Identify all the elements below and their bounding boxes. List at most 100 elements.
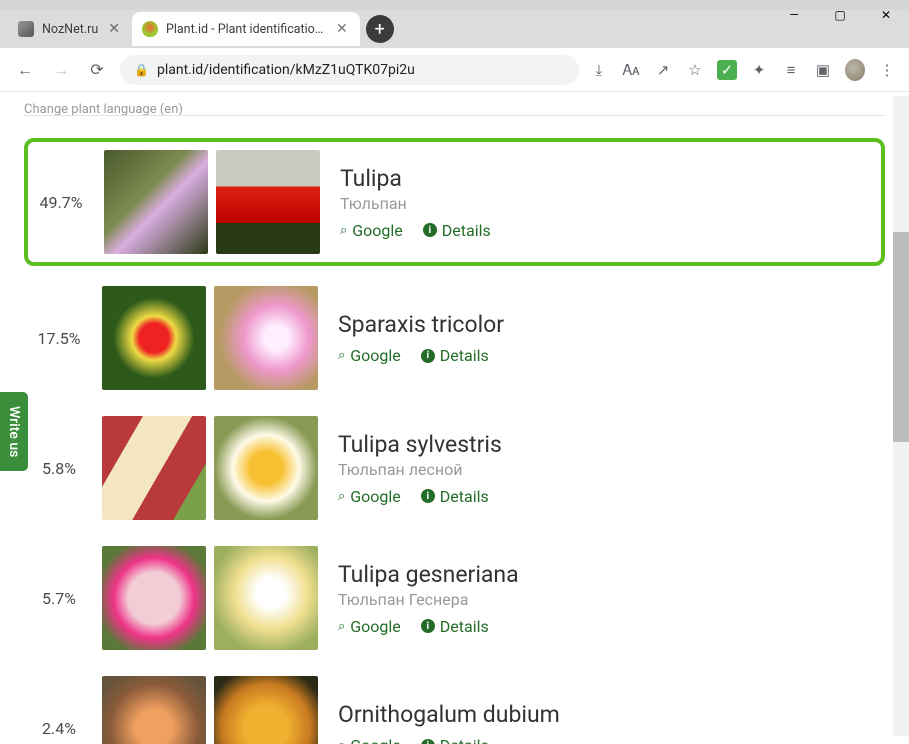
result-links: ⌕ Google i Details [338, 736, 560, 744]
common-name: Тюльпан Геснера [338, 590, 519, 609]
plant-thumbnail[interactable] [104, 150, 208, 254]
result-info: Tulipa gesneriana Тюльпан Геснера ⌕Google i… [332, 561, 519, 636]
toolbar: ← → ⟳ 🔒 plant.id/identification/kMzZ1uQT… [0, 48, 909, 92]
latin-name: Sparaxis tricolor [338, 311, 504, 338]
google-link[interactable]: ⌕Google [338, 487, 401, 506]
install-icon[interactable]: ⤓ [589, 61, 609, 79]
link-label: Details [440, 346, 489, 365]
thumbnails [102, 416, 318, 520]
plant-thumbnail[interactable] [214, 416, 318, 520]
google-link[interactable]: ⌕ Google [338, 736, 401, 744]
link-label: Google [352, 221, 403, 240]
maximize-button[interactable]: ▢ [817, 0, 863, 30]
info-icon: i [423, 223, 437, 237]
window-controls: — ▢ ✕ [771, 0, 909, 30]
scrollbar[interactable] [893, 96, 909, 736]
thumbnails [102, 286, 318, 390]
search-icon: ⌕ [338, 489, 345, 504]
page-content: Change plant language (en) Write us 49.7… [0, 92, 909, 744]
link-label: Details [440, 736, 489, 744]
details-link[interactable]: i Details [421, 346, 489, 365]
translate-icon[interactable]: 🗛 [621, 61, 641, 79]
tab-title: Plant.id - Plant identification app [166, 22, 326, 37]
result-row: 5.8%Tulipa sylvestrisТюльпан лесной⌕Goog… [24, 410, 885, 526]
match-percentage: 17.5% [30, 329, 88, 348]
info-icon: i [421, 349, 435, 363]
result-row: 5.7% Tulipa gesneriana Тюльпан Геснера ⌕Goo… [24, 540, 885, 656]
details-link[interactable]: iDetails [421, 487, 489, 506]
toolbar-icons: ⤓ 🗛 ↗ ☆ ✓ ✦ ≡ ▣ ⋮ [589, 59, 897, 81]
common-name: Тюльпан лесной [338, 460, 502, 479]
link-label: Details [442, 221, 491, 240]
close-window-button[interactable]: ✕ [863, 0, 909, 30]
result-links: ⌕Google iDetails [338, 487, 502, 506]
back-button[interactable]: ← [12, 57, 38, 83]
plant-thumbnail[interactable] [102, 676, 206, 744]
thumbnails [102, 676, 318, 744]
info-icon: i [421, 489, 435, 503]
google-link[interactable]: ⌕Google [338, 617, 401, 636]
search-icon: ⌕ [338, 738, 345, 744]
search-icon: ⌕ [340, 223, 347, 238]
favicon-icon [142, 21, 158, 37]
details-link[interactable]: i Details [423, 221, 491, 240]
forward-button[interactable]: → [48, 57, 74, 83]
link-label: Google [350, 346, 401, 365]
thumbnails [102, 546, 318, 650]
google-link[interactable]: ⌕ Google [340, 221, 403, 240]
match-percentage: 5.7% [30, 589, 88, 608]
plant-thumbnail[interactable] [102, 286, 206, 390]
plant-thumbnail[interactable] [216, 150, 320, 254]
browser-tab[interactable]: NozNet.ru ✕ [8, 12, 132, 46]
info-icon: i [421, 619, 435, 633]
link-label: Details [440, 617, 489, 636]
profile-avatar[interactable] [845, 59, 865, 81]
close-tab-icon[interactable]: ✕ [106, 21, 122, 37]
panel-icon[interactable]: ▣ [813, 61, 833, 79]
share-icon[interactable]: ↗ [653, 61, 673, 79]
result-links: ⌕ Google i Details [340, 221, 491, 240]
result-row: 2.4% Ornithogalum dubium ⌕ Google i Details [24, 670, 885, 744]
result-info: Ornithogalum dubium ⌕ Google i Details [332, 701, 560, 744]
extensions-icon[interactable]: ✦ [749, 61, 769, 79]
close-tab-icon[interactable]: ✕ [334, 21, 350, 37]
new-tab-button[interactable]: + [366, 15, 394, 43]
thumbnails [104, 150, 320, 254]
plant-thumbnail[interactable] [214, 546, 318, 650]
common-name: Тюльпан [340, 194, 491, 213]
plant-thumbnail[interactable] [214, 286, 318, 390]
results-list: 49.7%TulipaТюльпан⌕GoogleiDetails17.5%Sp… [24, 138, 885, 744]
match-percentage: 5.8% [30, 459, 88, 478]
language-toggle[interactable]: Change plant language (en) [24, 100, 885, 116]
result-info: Tulipa sylvestrisТюльпан лесной⌕GoogleiD… [332, 431, 502, 506]
bookmark-icon[interactable]: ☆ [685, 61, 705, 79]
latin-name: Ornithogalum dubium [338, 701, 560, 728]
latin-name: Tulipa [340, 165, 491, 192]
minimize-button[interactable]: — [771, 0, 817, 30]
details-link[interactable]: i Details [421, 736, 489, 744]
plant-thumbnail[interactable] [102, 546, 206, 650]
details-link[interactable]: i Details [421, 617, 489, 636]
result-links: ⌕Google i Details [338, 617, 519, 636]
menu-icon[interactable]: ⋮ [877, 61, 897, 79]
info-icon: i [421, 739, 435, 744]
scrollbar-thumb[interactable] [893, 232, 909, 442]
match-percentage: 2.4% [30, 719, 88, 738]
search-icon: ⌕ [338, 348, 345, 363]
reading-list-icon[interactable]: ≡ [781, 61, 801, 79]
plant-thumbnail[interactable] [214, 676, 318, 744]
link-label: Google [350, 736, 401, 744]
url-text: plant.id/identification/kMzZ1uQTK07pi2u [157, 62, 415, 78]
result-info: Tulipa Тюльпан ⌕ Google i Details [334, 165, 491, 240]
extension-check-icon[interactable]: ✓ [717, 60, 737, 80]
latin-name: Tulipa gesneriana [338, 561, 519, 588]
feedback-tab[interactable]: Write us [0, 392, 28, 471]
address-bar[interactable]: 🔒 plant.id/identification/kMzZ1uQTK07pi2… [120, 55, 579, 85]
result-row: 17.5% Sparaxis tricolor ⌕ Google i Details [24, 280, 885, 396]
browser-tab[interactable]: Plant.id - Plant identification app ✕ [132, 12, 360, 46]
reload-button[interactable]: ⟳ [84, 57, 110, 83]
google-link[interactable]: ⌕ Google [338, 346, 401, 365]
result-row: 49.7%TulipaТюльпан⌕GoogleiDetails [24, 138, 885, 266]
tab-title: NozNet.ru [42, 22, 98, 37]
plant-thumbnail[interactable] [102, 416, 206, 520]
